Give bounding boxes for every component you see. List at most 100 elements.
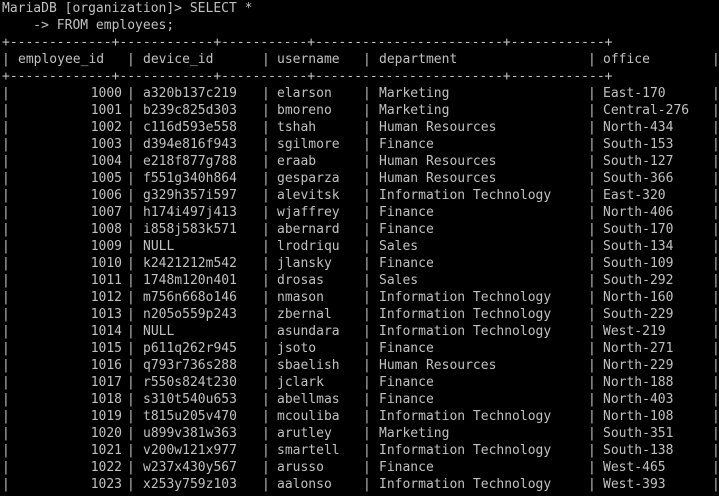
column-separator: | [2,103,10,118]
cell-department: Marketing [379,426,450,441]
cell-department: Information Technology [379,409,552,424]
column-separator: | [363,239,371,254]
column-separator: | [2,392,10,407]
cell-username: abernard [277,222,340,237]
column-separator: | [712,52,719,67]
cell-username: arutley [277,426,332,441]
column-separator: | [262,256,270,271]
cell-employee-id: 1013 [90,307,122,322]
column-separator: | [363,188,371,203]
cell-office: Central-276 [603,103,690,118]
cell-office: South-153 [603,137,674,152]
cell-employee-id: 1012 [90,290,122,305]
cell-office: South-366 [603,171,674,186]
cell-device-id: i858j583k571 [143,222,237,237]
column-separator: | [588,358,596,373]
cell-department: Information Technology [379,324,552,339]
cell-username: bmoreno [277,103,332,118]
cell-department: Information Technology [379,188,552,203]
cell-username: eraab [277,154,317,169]
cell-department: Finance [379,375,434,390]
column-separator: | [127,443,135,458]
column-separator: | [127,409,135,424]
cell-username: tshah [277,120,317,135]
column-separator: | [588,443,596,458]
cell-username: jsoto [277,341,317,356]
cell-device-id: t815u205v470 [143,409,237,424]
column-separator: | [2,375,10,390]
cell-username: elarson [277,86,332,101]
cell-department: Sales [379,273,419,288]
column-separator: | [127,120,135,135]
column-separator: | [127,477,135,492]
cell-department: Information Technology [379,443,552,458]
column-separator: | [2,86,10,101]
cell-office: North-434 [603,120,674,135]
cell-device-id: e218f877g788 [143,154,237,169]
cell-device-id: a320b137c219 [143,86,237,101]
terminal-window[interactable]: MariaDB [organization]> SELECT * -> FROM… [0,0,719,496]
cell-username: lrodriqu [277,239,340,254]
column-separator: | [127,86,135,101]
column-separator: | [2,205,10,220]
cell-device-id: n205o559p243 [143,307,237,322]
cell-device-id: 1748m120n401 [143,273,237,288]
column-separator: | [363,171,371,186]
cell-employee-id: 1015 [90,341,122,356]
cell-device-id: c116d593e558 [143,120,237,135]
column-separator: | [262,426,270,441]
column-separator: | [2,409,10,424]
cell-device-id: m756n668o146 [143,290,237,305]
prompt-line: MariaDB [organization]> SELECT * [2,1,253,16]
column-separator: | [588,392,596,407]
column-separator: | [363,222,371,237]
column-separator: | [2,222,10,237]
cell-username: aalonso [277,477,332,492]
header-employee-id: employee_id [18,52,105,67]
column-separator: | [588,426,596,441]
cell-employee-id: 1002 [90,120,122,135]
column-separator: | [262,307,270,322]
column-separator: | [127,52,135,67]
cell-office: East-170 [603,86,666,101]
column-separator: | [262,120,270,135]
column-separator: | [588,307,596,322]
column-separator: | [712,477,719,492]
column-separator: | [2,341,10,356]
cell-device-id: w237x430y567 [143,460,237,475]
cell-office: South-138 [603,443,674,458]
cell-employee-id: 1020 [90,426,122,441]
cell-employee-id: 1000 [90,86,122,101]
cell-office: West-465 [603,460,666,475]
cell-username: abellmas [277,392,340,407]
continuation-line: -> FROM employees; [2,18,175,33]
column-separator: | [363,86,371,101]
column-separator: | [363,120,371,135]
column-separator: | [262,222,270,237]
column-separator: | [2,256,10,271]
cell-employee-id: 1009 [90,239,122,254]
cell-department: Human Resources [379,154,497,169]
cell-employee-id: 1016 [90,358,122,373]
column-separator: | [363,477,371,492]
column-separator: | [588,324,596,339]
cell-department: Human Resources [379,358,497,373]
column-separator: | [588,120,596,135]
column-separator: | [588,477,596,492]
cell-employee-id: 1018 [90,392,122,407]
column-separator: | [363,154,371,169]
column-separator: | [2,120,10,135]
column-separator: | [712,86,719,101]
cell-employee-id: 1021 [90,443,122,458]
column-separator: | [127,273,135,288]
column-separator: | [262,409,270,424]
cell-device-id: d394e816f943 [143,137,237,152]
cell-device-id: v200w121x977 [143,443,237,458]
column-separator: | [588,409,596,424]
cell-username: drosas [277,273,324,288]
cell-device-id: x253y759z103 [143,477,237,492]
column-separator: | [712,273,719,288]
cell-office: North-406 [603,205,674,220]
column-separator: | [262,52,270,67]
cell-username: smartell [277,443,340,458]
